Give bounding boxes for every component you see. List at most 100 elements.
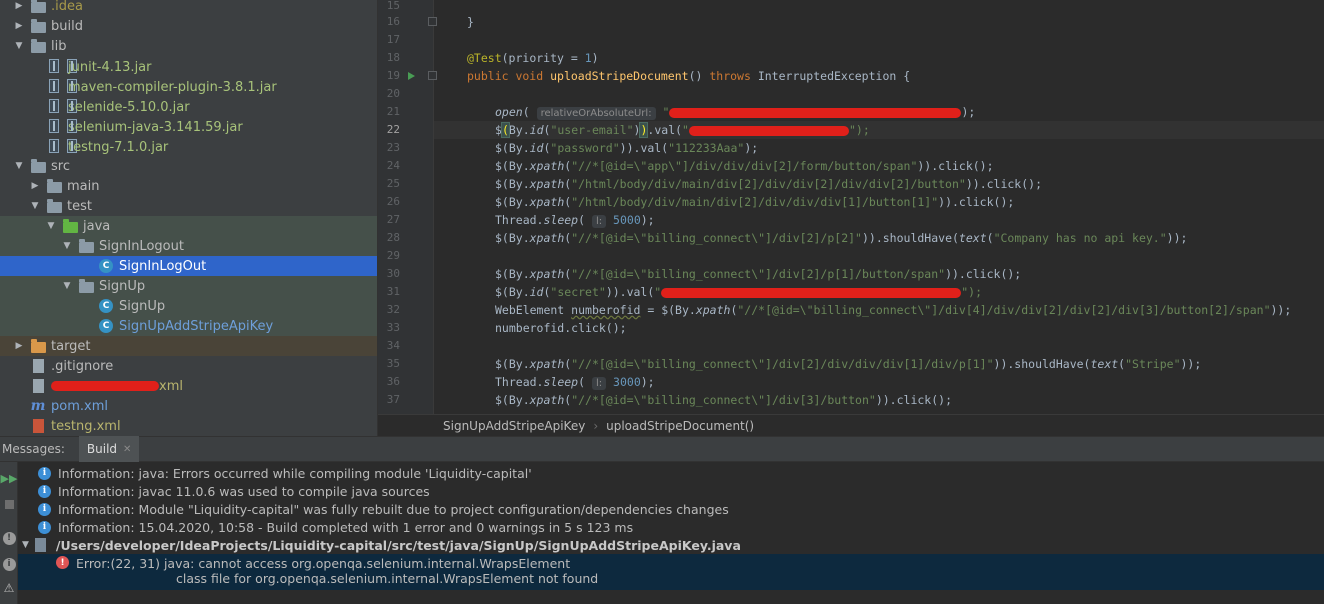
messages-list: i Information: java: Errors occurred whi… (18, 462, 1324, 604)
editor-gutter: 15 16 17 18 19 20 21 22 23 24 25 26 27 2… (378, 0, 437, 414)
tree-item-main[interactable]: ▶ main (0, 176, 377, 196)
messages-header: Messages: Build ✕ (0, 436, 1324, 462)
fold-icon[interactable] (428, 17, 437, 26)
class-icon: C (98, 319, 114, 333)
stop-button[interactable] (0, 494, 18, 514)
maven-icon: m (30, 398, 46, 414)
code-editor[interactable]: 15 16 17 18 19 20 21 22 23 24 25 26 27 2… (378, 0, 1324, 414)
folder-icon (30, 18, 46, 33)
line-number: 25 (386, 177, 400, 190)
tree-item-selenium-jar[interactable]: selenium-java-3.141.59.jar (0, 116, 377, 136)
info-icon: i (38, 484, 51, 498)
message-file-group[interactable]: ▼ /Users/developer/IdeaProjects/Liquidit… (18, 536, 1324, 554)
messages-title: Messages: (2, 442, 65, 456)
line-number: 35 (386, 357, 400, 370)
error-filter-button[interactable]: ! (0, 528, 18, 548)
code-line-32: WebElement numberofid = $(By.xpath("//*[… (495, 303, 1292, 317)
tree-item-signinlogout-class[interactable]: C SignInLogOut (0, 256, 377, 276)
info-icon: i (38, 502, 51, 516)
code-line-33: numberofid.click(); (495, 321, 627, 335)
redaction-mark (688, 125, 849, 136)
tree-item-build[interactable]: ▶ build (0, 16, 377, 36)
message-info[interactable]: i Information: 15.04.2020, 10:58 - Build… (18, 518, 1324, 536)
run-test-icon[interactable] (408, 72, 415, 80)
message-info[interactable]: i Information: java: Errors occurred whi… (18, 464, 1324, 482)
tab-build[interactable]: Build ✕ (78, 436, 140, 462)
tree-item-lib[interactable]: ▼ lib (0, 36, 377, 56)
chevron-down-icon[interactable]: ▼ (30, 201, 40, 211)
tree-item-signup-package[interactable]: ▼ SignUp (0, 276, 377, 296)
warning-icon[interactable]: ⚠ (0, 578, 18, 598)
line-number-current: 22 (386, 123, 400, 136)
tree-item-signinlogout-package[interactable]: ▼ SignInLogout (0, 236, 377, 256)
code-line-36: Thread.sleep( l: 3000); (495, 375, 655, 390)
line-number: 37 (386, 393, 400, 406)
tree-item-signup-class[interactable]: C SignUp (0, 296, 377, 316)
fold-icon[interactable] (428, 71, 437, 80)
info-filter-button[interactable]: i (0, 554, 18, 574)
gitignore-icon (30, 359, 46, 373)
tree-item-target[interactable]: ▶ target (0, 336, 377, 356)
chevron-down-icon[interactable]: ▼ (46, 221, 56, 231)
line-number: 20 (386, 87, 400, 100)
chevron-down-icon[interactable]: ▼ (62, 241, 72, 251)
tree-item-testng-xml[interactable]: testng.xml (0, 416, 377, 436)
tree-item-gitignore[interactable]: .gitignore (0, 356, 377, 376)
close-icon[interactable]: ✕ (123, 444, 131, 455)
folder-icon (30, 158, 46, 173)
tree-item-signupaddstripeapikey-class[interactable]: C SignUpAddStripeApiKey (0, 316, 377, 336)
chevron-down-icon[interactable]: ▼ (14, 161, 24, 171)
redaction-mark (661, 287, 962, 298)
breadcrumb-class[interactable]: SignUpAddStripeApiKey (443, 419, 585, 433)
line-number: 23 (386, 141, 400, 154)
message-info[interactable]: i Information: javac 11.0.6 was used to … (18, 482, 1324, 500)
message-info[interactable]: i Information: Module "Liquidity-capital… (18, 500, 1324, 518)
tree-item-selenide-jar[interactable]: selenide-5.10.0.jar (0, 96, 377, 116)
chevron-down-icon[interactable]: ▼ (62, 281, 72, 291)
tree-item-test[interactable]: ▼ test (0, 196, 377, 216)
line-number: 17 (386, 33, 400, 46)
chevron-right-icon[interactable]: ▶ (14, 1, 24, 11)
redaction-mark (669, 107, 962, 118)
code-line-30: $(By.xpath("//*[@id=\"billing_connect\"]… (495, 267, 1022, 281)
line-number: 26 (386, 195, 400, 208)
error-text: Error:(22, 31) java: cannot access org.o… (76, 556, 599, 586)
code-line-25: $(By.xpath("/html/body/div/main/div[2]/d… (495, 177, 1043, 191)
rerun-icon[interactable]: ▶▶ (0, 468, 18, 488)
tree-item-testng-jar[interactable]: testng-7.1.0.jar (0, 136, 377, 156)
info-icon: i (2, 557, 16, 571)
tree-item-maven-compiler-jar[interactable]: maven-compiler-plugin-3.8.1.jar (0, 76, 377, 96)
tree-item-src[interactable]: ▼ src (0, 156, 377, 176)
tree-item-java[interactable]: ▼ java (0, 216, 377, 236)
code-line-21: open( relativeOrAbsoluteUrl: "); (495, 105, 976, 120)
line-number: 16 (386, 15, 400, 28)
tree-item-redacted-xml[interactable]: xml (0, 376, 377, 396)
chevron-down-icon[interactable]: ▼ (14, 41, 24, 51)
code-line-26: $(By.xpath("/html/body/div/main/div[2]/d… (495, 195, 1015, 209)
line-number: 32 (386, 303, 400, 316)
tree-item-idea[interactable]: ▶ .idea (0, 0, 377, 16)
breadcrumb-method[interactable]: uploadStripeDocument() (606, 419, 754, 433)
xml-file-icon (30, 379, 46, 393)
jar-icon (46, 119, 62, 133)
redaction-mark (51, 381, 159, 391)
chevron-right-icon[interactable]: ▶ (30, 181, 40, 191)
code-line-23: $(By.id("password")).val("112233Aaa"); (495, 141, 759, 155)
jar-icon (46, 79, 62, 93)
message-error[interactable]: ! Error:(22, 31) java: cannot access org… (18, 554, 1324, 590)
info-icon: i (38, 466, 51, 480)
line-number: 34 (386, 339, 400, 352)
parameter-hint: relativeOrAbsoluteUrl: (536, 107, 656, 120)
folder-icon (30, 38, 46, 53)
xml-file-icon (30, 419, 46, 433)
chevron-right-icon[interactable]: ▶ (14, 21, 24, 31)
code-line-16: } (467, 15, 474, 29)
code-line-22: $(By.id("user-email")).val(" "); (495, 122, 870, 138)
tree-item-junit-jar[interactable]: junit-4.13.jar (0, 56, 377, 76)
line-number: 19 (386, 69, 400, 82)
class-icon: C (98, 299, 114, 313)
line-number: 24 (386, 159, 400, 172)
chevron-down-icon[interactable]: ▼ (22, 540, 29, 550)
tree-item-pom-xml[interactable]: m pom.xml (0, 396, 377, 416)
chevron-right-icon[interactable]: ▶ (14, 341, 24, 351)
